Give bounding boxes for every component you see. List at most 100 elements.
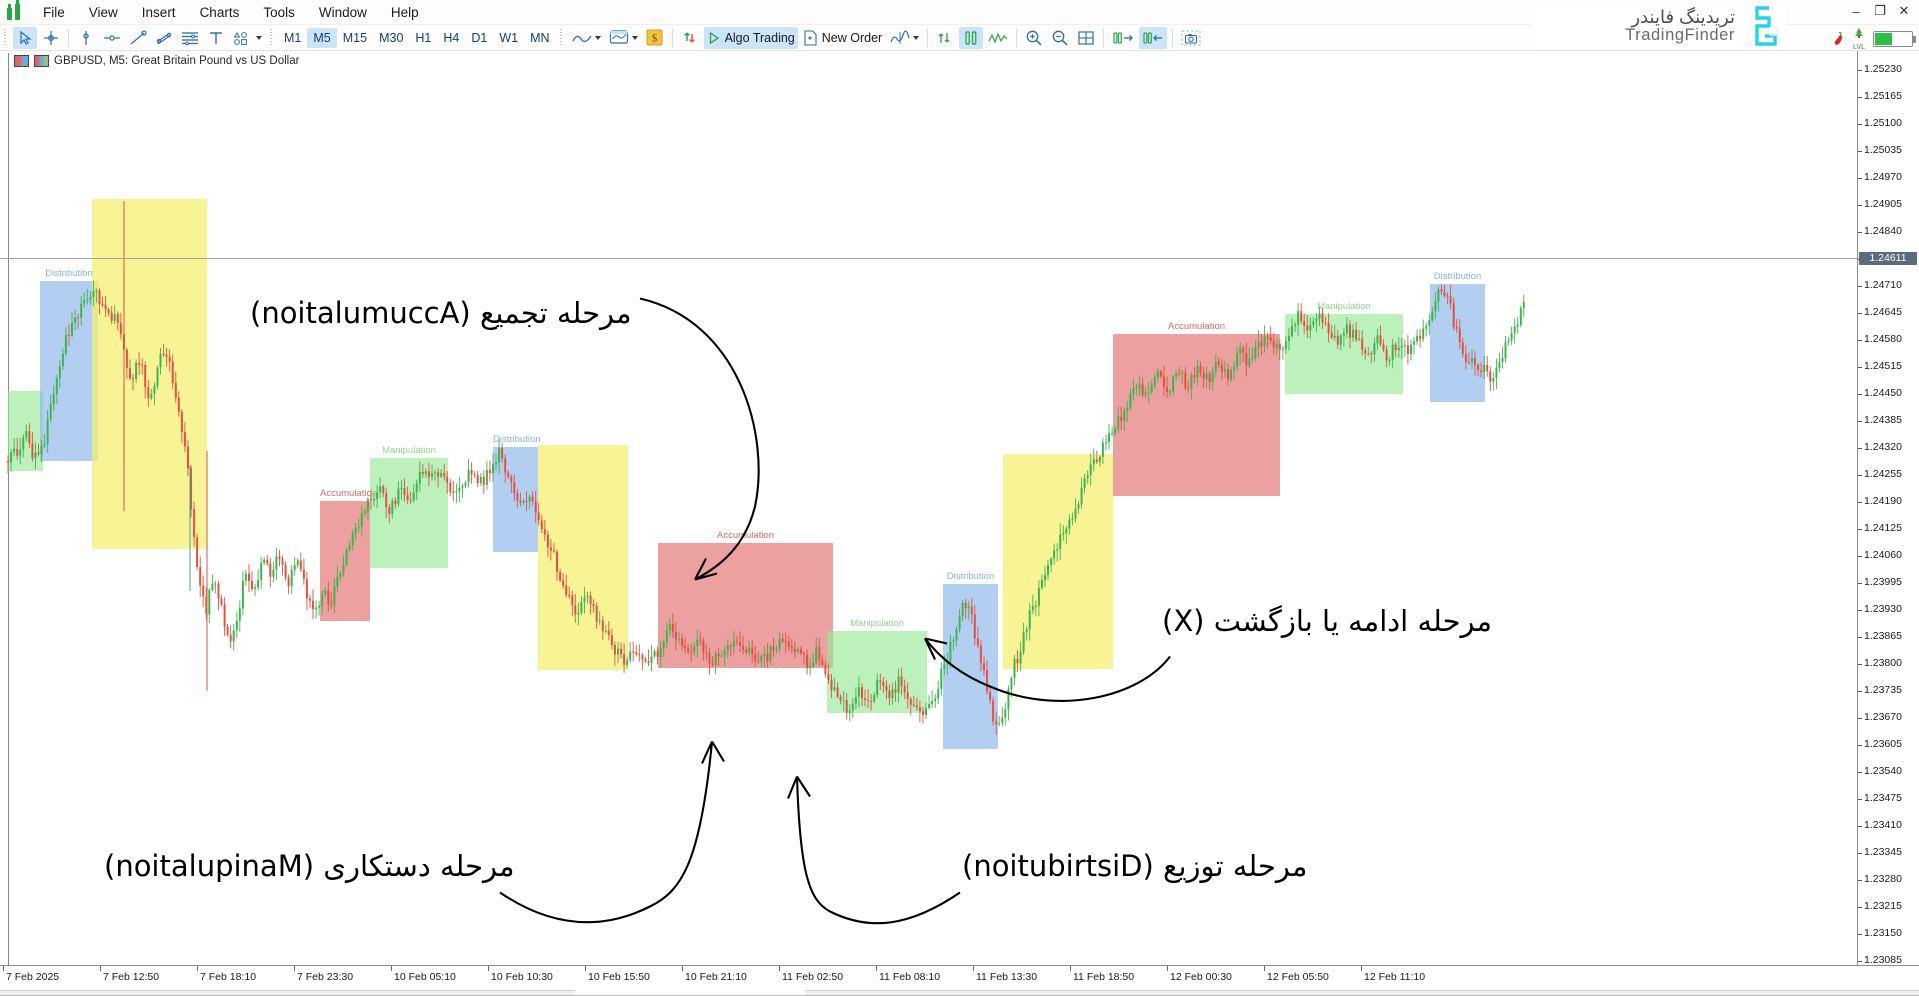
toolbar-grip[interactable]	[3, 28, 9, 47]
time-scale[interactable]: 7 Feb 2025 7 Feb 12:50 7 Feb 18:10 7 Feb 23…	[0, 965, 1919, 996]
shift-right-icon[interactable]	[1109, 27, 1137, 49]
indicators-icon[interactable]	[887, 27, 922, 49]
price-tick: 1.24515	[1858, 360, 1919, 373]
price-tick: 1.24190	[1858, 495, 1919, 508]
timeframe-w1[interactable]: W1	[493, 28, 524, 48]
price-tick: 1.23735	[1858, 684, 1919, 697]
menu-item-file[interactable]: File	[33, 2, 75, 23]
menu-item-charts[interactable]: Charts	[190, 2, 250, 23]
algo-trading-label: Algo Trading	[724, 30, 795, 45]
price-tick-label: 1.23215	[1864, 900, 1902, 912]
time-tick-label: 10 Feb 10:30	[491, 971, 553, 983]
menu-item-window[interactable]: Window	[309, 2, 377, 23]
toolbar-grip-2[interactable]	[269, 28, 275, 47]
menu-item-tools[interactable]: Tools	[253, 2, 305, 23]
menu-item-view[interactable]: View	[79, 2, 128, 23]
chevron-down-icon-3[interactable]	[631, 35, 638, 40]
price-tick: 1.24255	[1858, 468, 1919, 481]
chart-area[interactable]: GBPUSD, M5: Great Britain Pound vs US Do…	[0, 51, 1919, 996]
tradingfinder-logo-icon	[1743, 5, 1787, 47]
price-scale[interactable]: 1.25230 1.25165 1.25100 1.25035 1.24970 1.249…	[1857, 51, 1919, 996]
price-tick-label: 1.24645	[1864, 306, 1902, 318]
price-tick-label: 1.23410	[1864, 819, 1902, 831]
price-tick-label: 1.24970	[1864, 171, 1902, 183]
time-tick-label: 12 Feb 11:10	[1364, 971, 1426, 983]
grid-icon[interactable]	[1074, 27, 1098, 49]
chevron-down-icon[interactable]	[256, 35, 262, 40]
vertical-line-icon[interactable]	[74, 27, 98, 49]
current-price-line	[0, 258, 1857, 259]
brand-text: تریدینگ فایندر TradingFinder	[1625, 7, 1735, 44]
price-tick-label: 1.25165	[1864, 90, 1902, 102]
line-chart-icon[interactable]	[569, 27, 604, 49]
fibonacci-icon[interactable]	[178, 27, 202, 49]
timeframe-m1[interactable]: M1	[278, 28, 307, 48]
price-tick: 1.23670	[1858, 711, 1919, 724]
shapes-icon[interactable]	[230, 27, 265, 49]
chart-shift-icon[interactable]	[959, 26, 984, 49]
battery-icon[interactable]	[1873, 30, 1916, 47]
metatrader-logo-icon	[5, 0, 31, 22]
price-tick-label: 1.23345	[1864, 846, 1902, 858]
price-tick: 1.23475	[1858, 792, 1919, 805]
chevron-down-icon-4[interactable]	[913, 35, 920, 40]
toolbar-grip-3[interactable]	[558, 28, 565, 47]
price-tick: 1.23410	[1858, 819, 1919, 832]
autoscroll-icon[interactable]	[933, 27, 957, 49]
dollar-icon[interactable]: $	[643, 27, 667, 49]
timeframe-h1[interactable]: H1	[409, 28, 437, 48]
template-icon[interactable]	[606, 27, 641, 49]
price-tick-label: 1.24515	[1864, 360, 1902, 372]
timeframe-h4[interactable]: H4	[437, 28, 465, 48]
close-button[interactable]: ✕	[1893, 2, 1915, 20]
menu-item-insert[interactable]: Insert	[132, 2, 186, 23]
time-tick-label: 11 Feb 13:30	[976, 971, 1038, 983]
text-tool-icon[interactable]	[204, 27, 228, 49]
chevron-down-icon-2[interactable]	[594, 35, 601, 40]
price-tick: 1.24970	[1858, 171, 1919, 184]
price-tick-label: 1.24385	[1864, 414, 1902, 426]
price-tick-label: 1.24320	[1864, 441, 1902, 453]
trade-arrows-icon[interactable]	[678, 27, 702, 49]
menu-item-help[interactable]: Help	[381, 2, 429, 23]
time-tick-label: 10 Feb 15:50	[588, 971, 650, 983]
crosshair-icon[interactable]	[39, 27, 63, 49]
price-tick: 1.25165	[1858, 90, 1919, 103]
trendline-icon[interactable]	[126, 27, 150, 49]
price-tick: 1.23930	[1858, 603, 1919, 616]
zoom-in-icon[interactable]	[1022, 27, 1046, 49]
equidistant-channel-icon[interactable]	[152, 27, 176, 49]
price-tick: 1.24060	[1858, 549, 1919, 562]
toolbar-separator-4	[1016, 28, 1018, 47]
shift-left-icon[interactable]	[1139, 26, 1168, 49]
price-tick: 1.23280	[1858, 873, 1919, 886]
price-tick-label: 1.24450	[1864, 387, 1902, 399]
timeframe-m5[interactable]: M5	[307, 27, 337, 48]
algo-trading-button[interactable]: Algo Trading	[703, 26, 798, 49]
new-order-button[interactable]: New Order	[800, 27, 885, 49]
oscillator-icon[interactable]	[985, 27, 1011, 49]
chart-symbol-text: GBPUSD, M5: Great Britain Pound vs US Do…	[54, 55, 300, 67]
lvl-icon[interactable]: LVL	[1851, 26, 1867, 51]
timeframe-mn[interactable]: MN	[524, 28, 555, 48]
toolbar-separator-5	[1103, 28, 1105, 47]
timeframe-m15[interactable]: M15	[337, 28, 373, 48]
price-tick: 1.23865	[1858, 630, 1919, 643]
cursor-arrow-icon[interactable]	[13, 26, 37, 49]
zoom-out-icon[interactable]	[1048, 27, 1072, 49]
current-price-badge: 1.24611	[1859, 252, 1917, 265]
screenshot-icon[interactable]	[1178, 27, 1204, 49]
time-tick-label: 11 Feb 18:50	[1073, 971, 1135, 983]
price-tick-label: 1.23605	[1864, 738, 1902, 750]
price-tick-label: 1.24580	[1864, 333, 1902, 345]
horizontal-line-icon[interactable]	[100, 27, 124, 49]
maximize-button[interactable]: ❐	[1869, 2, 1891, 20]
minimize-button[interactable]: –	[1845, 2, 1867, 20]
timeframe-m30[interactable]: M30	[373, 28, 409, 48]
toolbar-separator-2	[671, 28, 673, 47]
chili-icon[interactable]	[1831, 31, 1845, 47]
candlestick-series	[7, 201, 1525, 735]
annotation-accumulation: مرحله تجمیع (Accumulation)	[250, 296, 632, 330]
price-tick: 1.23150	[1858, 927, 1919, 940]
timeframe-d1[interactable]: D1	[465, 28, 493, 48]
